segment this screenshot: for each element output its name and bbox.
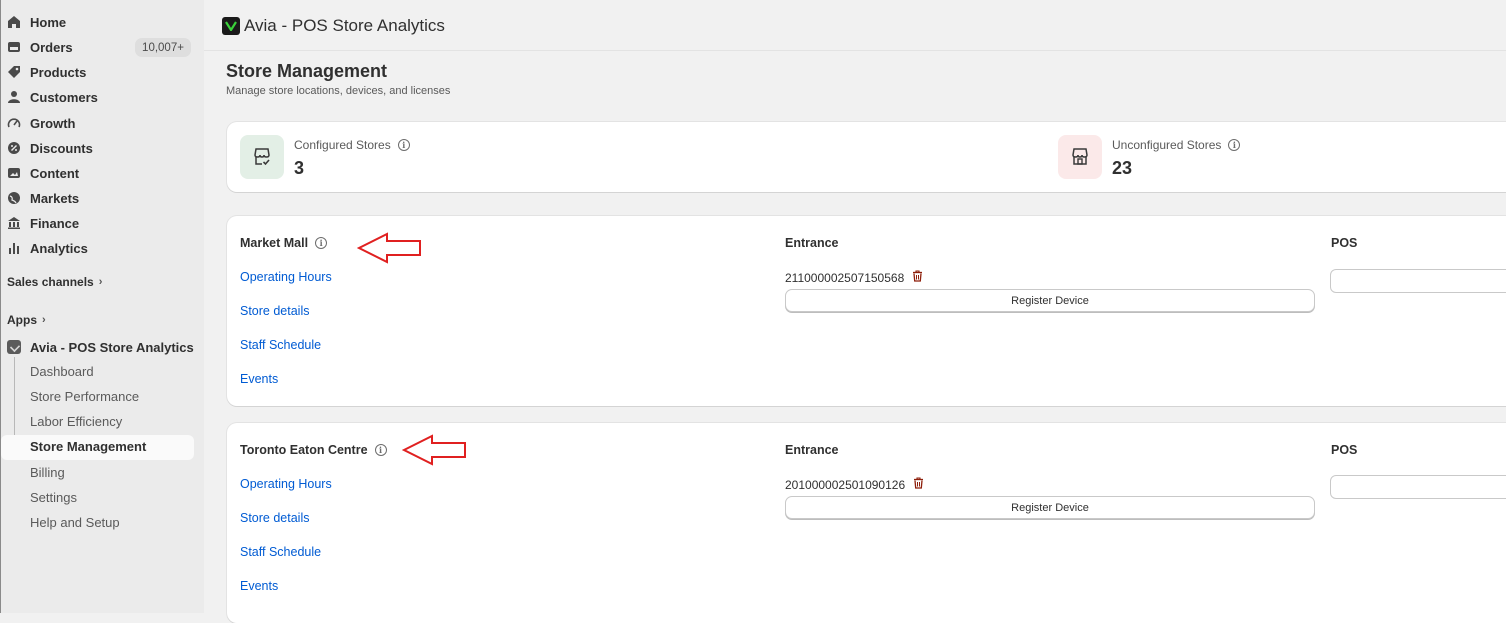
trash-icon[interactable] [913, 477, 924, 492]
device-serial: 211000002507150568 [785, 270, 923, 285]
chevron-right-icon: › [98, 276, 103, 288]
apps-heading[interactable]: Apps › [7, 313, 46, 327]
sidebar-item-label: Discounts [30, 140, 93, 156]
tag-icon [7, 65, 21, 79]
orders-count-badge: 10,007+ [135, 38, 191, 57]
entrance-heading: Entrance [785, 236, 839, 250]
apps-label: Apps [7, 313, 37, 327]
sidebar-sub-labor-efficiency[interactable]: Labor Efficiency [30, 414, 122, 429]
avia-logo-icon [222, 17, 240, 35]
sidebar-sub-store-management[interactable]: Store Management [30, 439, 146, 454]
annotation-arrow-icon [357, 232, 421, 264]
sidebar-item-finance[interactable]: Finance [1, 211, 79, 235]
sidebar-item-customers[interactable]: Customers [1, 85, 98, 109]
store-stats-card: Configured Stores i 3 Unconfigured Store… [227, 122, 1506, 192]
store-details-link[interactable]: Store details [240, 304, 309, 318]
sidebar-item-label: Orders [30, 39, 73, 55]
sidebar-item-label: Markets [30, 190, 80, 206]
info-icon[interactable]: i [374, 444, 387, 456]
unconfigured-stores-label: Unconfigured Stores i [1112, 138, 1241, 152]
sidebar-item-discounts[interactable]: Discounts [1, 136, 93, 160]
chevron-right-icon: › [42, 314, 46, 326]
configured-stores-text: Configured Stores [294, 138, 391, 152]
sidebar-item-help[interactable]: Help and Setup [30, 515, 120, 530]
image-icon [7, 166, 21, 180]
gauge-icon [7, 116, 21, 130]
info-icon[interactable]: i [1228, 139, 1241, 151]
sidebar-item-label: Growth [30, 115, 76, 131]
pos-device-select[interactable] [1330, 475, 1506, 499]
store-name-text: Toronto Eaton Centre [240, 443, 368, 457]
sidebar-sub-store-performance[interactable]: Store Performance [30, 389, 139, 404]
bank-icon [7, 216, 21, 230]
unconfigured-stores-text: Unconfigured Stores [1112, 138, 1222, 152]
app-topbar: Avia - POS Store Analytics [204, 0, 1506, 51]
sidebar: Home Orders 10,007+ Products Customers G… [1, 0, 204, 613]
staff-schedule-link[interactable]: Staff Schedule [240, 545, 321, 559]
configured-stores-label: Configured Stores i [294, 138, 410, 152]
sidebar-item-label: Content [30, 165, 80, 181]
globe-icon [7, 191, 21, 205]
sidebar-item-label: Products [30, 64, 87, 80]
events-link[interactable]: Events [240, 372, 278, 386]
page-subtitle: Manage store locations, devices, and lic… [226, 85, 451, 97]
discount-icon [7, 141, 21, 155]
configured-stores-value: 3 [294, 158, 305, 178]
sidebar-item-products[interactable]: Products [1, 60, 86, 84]
app-name-label: Avia - POS Store Analytics [30, 339, 194, 355]
sidebar-item-label: Analytics [30, 240, 88, 256]
sidebar-item-settings[interactable]: Settings [30, 490, 77, 505]
sidebar-item-label: Home [30, 14, 67, 30]
sidebar-item-label: Finance [30, 215, 80, 231]
sidebar-item-markets[interactable]: Markets [1, 186, 79, 210]
bar-chart-icon [7, 241, 21, 255]
pos-heading: POS [1331, 443, 1358, 457]
sales-channels-label: Sales channels [7, 275, 94, 289]
store-name: Market Mall i [240, 236, 328, 250]
sidebar-item-analytics[interactable]: Analytics [1, 236, 88, 260]
pos-heading: POS [1331, 236, 1358, 250]
home-icon [7, 15, 21, 29]
trash-icon[interactable] [912, 270, 923, 285]
register-device-button[interactable]: Register Device [785, 289, 1315, 312]
store-name-text: Market Mall [240, 236, 309, 250]
page-title: Store Management [226, 61, 388, 81]
annotation-arrow-icon [402, 434, 466, 466]
sidebar-item-orders[interactable]: Orders [1, 35, 73, 59]
store-details-link[interactable]: Store details [240, 511, 309, 525]
sidebar-item-home[interactable]: Home [1, 10, 66, 34]
unconfigured-store-icon [1058, 135, 1102, 179]
info-icon[interactable]: i [397, 139, 410, 151]
avia-app-icon [7, 340, 21, 354]
unconfigured-stores-value: 23 [1112, 158, 1133, 178]
orders-icon [7, 40, 21, 54]
pos-device-select[interactable] [1330, 269, 1506, 293]
sidebar-item-content[interactable]: Content [1, 161, 79, 185]
sales-channels-heading[interactable]: Sales channels › [7, 275, 102, 289]
sidebar-item-billing[interactable]: Billing [30, 465, 65, 480]
operating-hours-link[interactable]: Operating Hours [240, 477, 332, 491]
device-serial-text: 211000002507150568 [785, 270, 905, 285]
sidebar-sub-dashboard[interactable]: Dashboard [30, 364, 94, 379]
entrance-heading: Entrance [785, 443, 839, 457]
app-title: Avia - POS Store Analytics [244, 16, 445, 35]
device-serial: 201000002501090126 [785, 477, 924, 492]
info-icon[interactable]: i [315, 237, 328, 249]
register-device-button[interactable]: Register Device [785, 496, 1315, 519]
sidebar-item-growth[interactable]: Growth [1, 111, 76, 135]
sidebar-app-avia[interactable]: Avia - POS Store Analytics [7, 337, 194, 357]
device-serial-text: 201000002501090126 [785, 477, 906, 492]
events-link[interactable]: Events [240, 579, 278, 593]
staff-schedule-link[interactable]: Staff Schedule [240, 338, 321, 352]
person-icon [7, 90, 21, 104]
operating-hours-link[interactable]: Operating Hours [240, 270, 332, 284]
configured-store-icon [240, 135, 284, 179]
store-name: Toronto Eaton Centre i [240, 443, 387, 457]
sidebar-item-label: Customers [30, 89, 98, 105]
